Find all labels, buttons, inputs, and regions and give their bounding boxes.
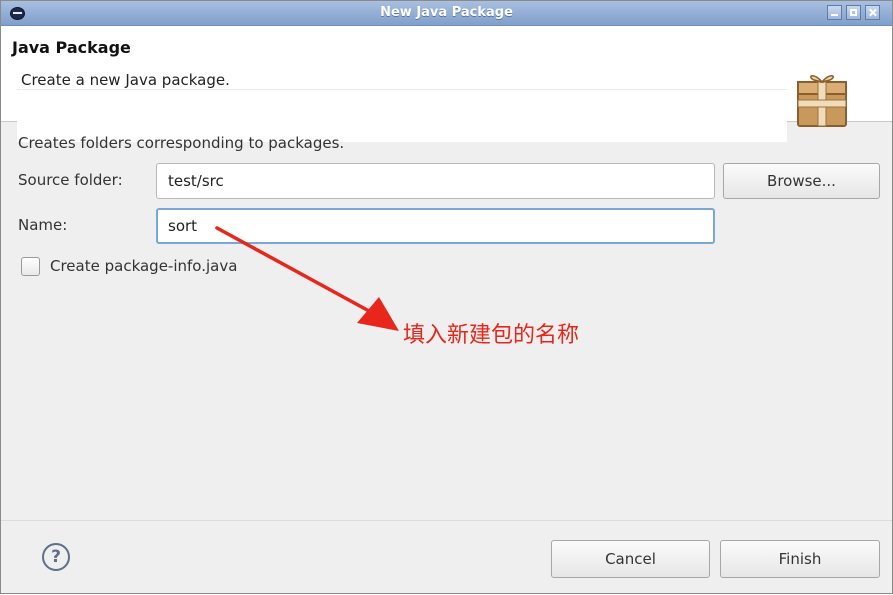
help-icon: ? bbox=[42, 543, 70, 571]
maximize-button[interactable] bbox=[846, 5, 861, 20]
cancel-button[interactable]: Cancel bbox=[551, 540, 710, 578]
source-folder-input[interactable]: test/src bbox=[156, 163, 715, 199]
minimize-button[interactable] bbox=[827, 5, 842, 20]
close-button[interactable] bbox=[865, 5, 880, 20]
package-icon bbox=[797, 75, 847, 127]
page-title: Java Package bbox=[12, 38, 131, 57]
section-description: Creates folders corresponding to package… bbox=[18, 134, 345, 152]
new-java-package-dialog: New Java Package Java Package Create a n… bbox=[0, 0, 893, 594]
finish-button[interactable]: Finish bbox=[720, 540, 880, 578]
name-label: Name: bbox=[18, 216, 68, 234]
window-title: New Java Package bbox=[380, 5, 513, 20]
browse-button[interactable]: Browse... bbox=[723, 163, 880, 199]
package-info-label[interactable]: Create package-info.java bbox=[50, 257, 237, 275]
title-bar[interactable]: New Java Package bbox=[1, 1, 892, 26]
source-folder-label: Source folder: bbox=[18, 171, 123, 189]
help-button[interactable]: ? bbox=[23, 529, 93, 587]
annotation-text: 填入新建包的名称 bbox=[403, 323, 580, 348]
page-description: Create a new Java package. bbox=[21, 71, 230, 89]
package-name-input[interactable]: sort bbox=[156, 208, 715, 244]
package-info-checkbox[interactable] bbox=[21, 257, 40, 276]
footer-divider bbox=[1, 520, 892, 521]
